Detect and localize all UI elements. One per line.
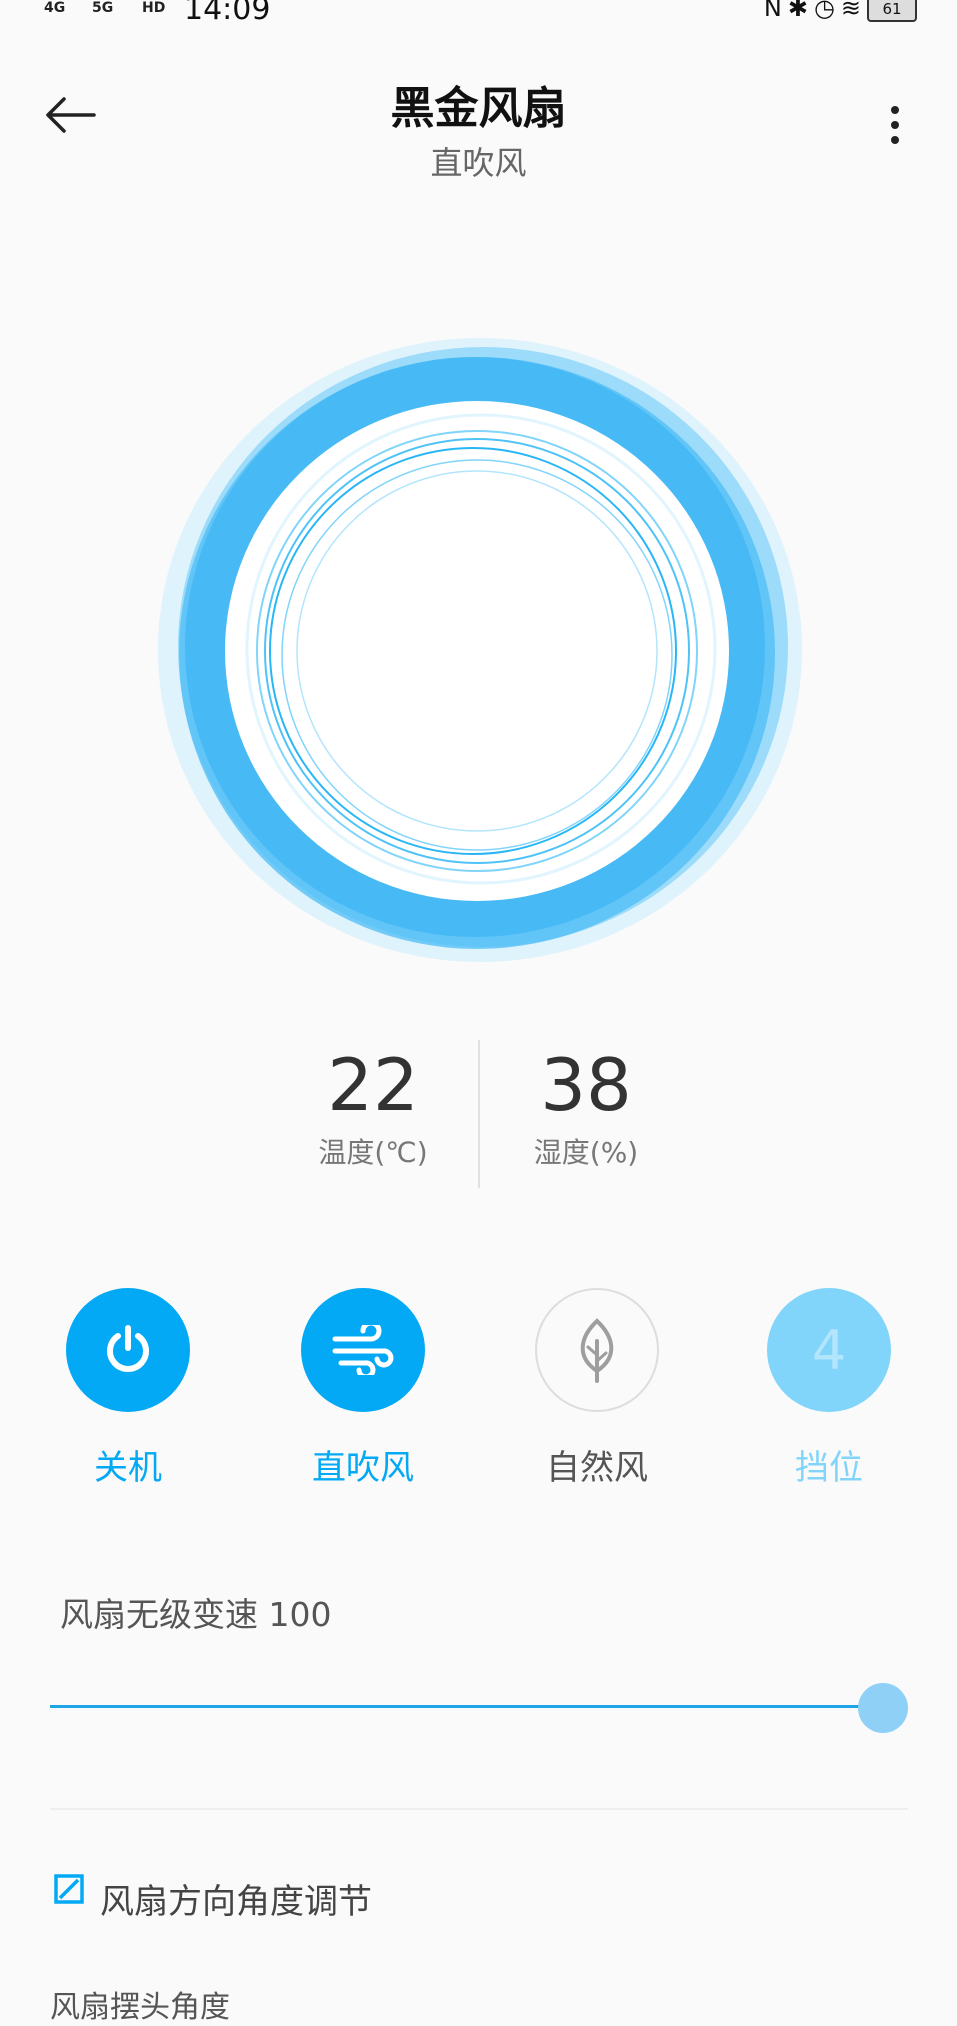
control-natural-wind[interactable]: 自然风 [512, 1288, 682, 1489]
direct-wind-label: 直吹风 [312, 1448, 414, 1488]
section-divider [50, 1808, 908, 1810]
humidity-label: 湿度(%) [533, 1136, 639, 1169]
battery-icon: 61 [867, 0, 917, 22]
fan-animation-ring [158, 338, 802, 962]
temperature-readout: 22 温度(℃) [273, 1045, 473, 1171]
signal-4g-icon: 4G [44, 0, 66, 16]
direction-label[interactable]: 风扇方向角度调节 [100, 1874, 372, 1923]
page-title: 黑金风扇 [390, 83, 567, 134]
wifi-icon: ≋ [840, 0, 867, 22]
hd-icon: HD [142, 0, 166, 16]
direct-wind-button[interactable] [301, 1288, 425, 1412]
gear-label: 挡位 [795, 1448, 863, 1488]
more-button[interactable] [880, 100, 910, 150]
gear-button[interactable]: 4 [767, 1288, 891, 1412]
more-vertical-icon [891, 106, 899, 144]
power-label: 关机 [94, 1448, 162, 1488]
status-icons: N✱◷≋ 61 [764, 0, 917, 22]
signal-5g-icon: 5G [92, 0, 114, 16]
natural-wind-label: 自然风 [546, 1448, 648, 1488]
humidity-readout: 38 湿度(%) [486, 1045, 686, 1171]
angle-label: 风扇摆头角度 [50, 1990, 230, 2025]
alarm-icon: ◷ [813, 0, 841, 22]
control-power[interactable]: 关机 [43, 1288, 213, 1489]
natural-wind-button[interactable] [535, 1288, 659, 1412]
power-button[interactable] [66, 1288, 190, 1412]
readout-divider [478, 1040, 480, 1188]
gear-value: 4 [811, 1318, 847, 1382]
status-bar: 4G 5G HD 14:09 N✱◷≋ 61 [0, 0, 957, 30]
control-direct-wind[interactable]: 直吹风 [278, 1288, 448, 1489]
temperature-label: 温度(℃) [318, 1136, 428, 1169]
page-subtitle: 直吹风 [430, 144, 527, 182]
status-time: 14:09 [184, 0, 271, 27]
leaf-icon [580, 1318, 614, 1383]
speed-label: 风扇无级变速 100 [60, 1595, 332, 1634]
edit-square-icon [54, 1874, 84, 1904]
nfc-icon: N [763, 0, 788, 22]
power-icon [107, 1325, 149, 1372]
speed-slider-thumb[interactable] [858, 1683, 908, 1733]
speed-slider-track[interactable] [50, 1705, 885, 1708]
control-gear[interactable]: 4 挡位 [744, 1288, 914, 1489]
wind-icon [332, 1325, 394, 1375]
humidity-value: 38 [540, 1043, 632, 1127]
temperature-value: 22 [327, 1043, 419, 1127]
bluetooth-icon: ✱ [787, 0, 814, 22]
